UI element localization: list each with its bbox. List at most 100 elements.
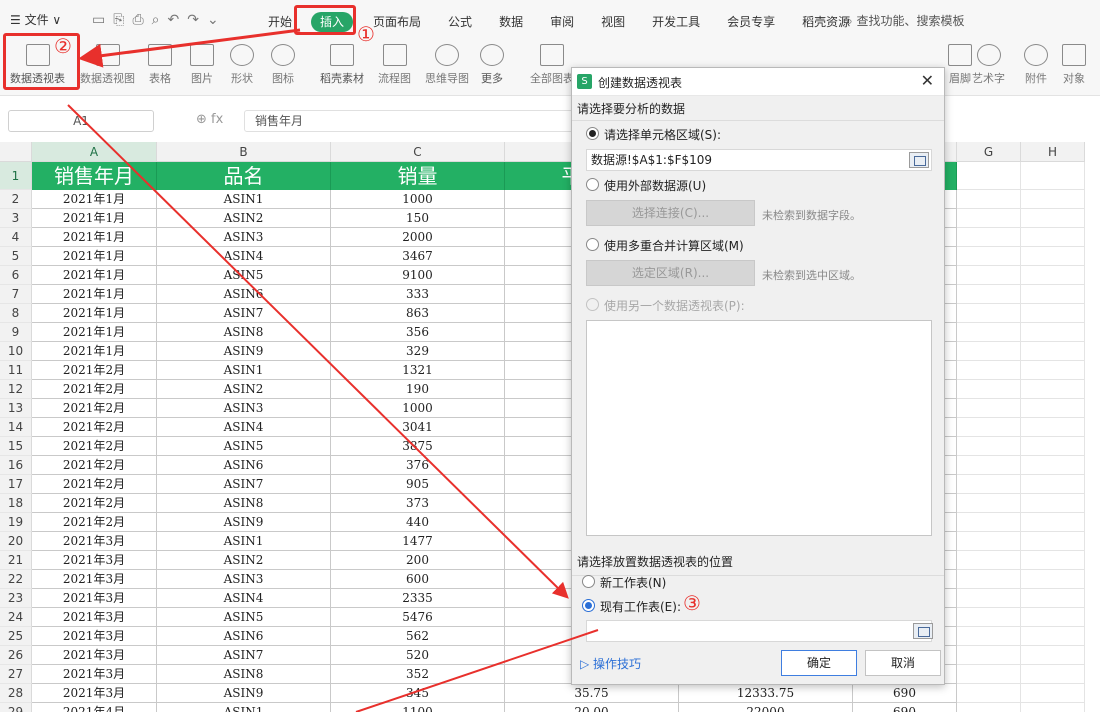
header-cell[interactable]: 销量 (331, 162, 505, 190)
row-header[interactable]: 23 (0, 589, 32, 608)
table-cell[interactable]: 356 (331, 323, 505, 342)
table-cell[interactable]: 373 (331, 494, 505, 513)
empty-cell[interactable] (957, 646, 1021, 665)
tab-member[interactable]: 会员专享 (727, 12, 775, 32)
table-cell[interactable]: 1100 (331, 703, 505, 712)
header-cell[interactable]: 品名 (157, 162, 331, 190)
table-cell[interactable]: 2021年2月 (32, 494, 157, 513)
row-header[interactable]: 25 (0, 627, 32, 646)
table-cell[interactable]: 2021年2月 (32, 513, 157, 532)
close-icon[interactable]: ✕ (921, 71, 934, 90)
row-header[interactable]: 28 (0, 684, 32, 703)
empty-cell[interactable] (957, 627, 1021, 646)
pivot-table-list[interactable] (586, 320, 932, 536)
empty-cell[interactable] (957, 190, 1021, 209)
table-cell[interactable]: 2021年3月 (32, 532, 157, 551)
row-header[interactable]: 12 (0, 380, 32, 399)
row-header[interactable]: 15 (0, 437, 32, 456)
table-cell[interactable]: 2021年1月 (32, 190, 157, 209)
table-cell[interactable]: ASIN3 (157, 228, 331, 247)
table-cell[interactable]: 2021年1月 (32, 304, 157, 323)
empty-cell[interactable] (957, 323, 1021, 342)
empty-cell[interactable] (1021, 285, 1085, 304)
table-cell[interactable]: 2021年3月 (32, 589, 157, 608)
empty-cell[interactable] (957, 703, 1021, 712)
select-all-corner[interactable] (0, 142, 32, 162)
row-header[interactable]: 5 (0, 247, 32, 266)
table-cell[interactable]: ASIN5 (157, 266, 331, 285)
attachment-button[interactable]: 附件 (1024, 44, 1048, 86)
empty-cell[interactable] (1021, 418, 1085, 437)
empty-cell[interactable] (1021, 361, 1085, 380)
empty-cell[interactable] (957, 418, 1021, 437)
empty-cell[interactable] (1021, 162, 1085, 190)
table-cell[interactable]: ASIN2 (157, 380, 331, 399)
empty-cell[interactable] (957, 570, 1021, 589)
table-cell[interactable]: 35.75 (505, 684, 679, 703)
table-cell[interactable]: 376 (331, 456, 505, 475)
table-cell[interactable]: ASIN1 (157, 532, 331, 551)
table-cell[interactable]: 2021年1月 (32, 266, 157, 285)
empty-cell[interactable] (957, 475, 1021, 494)
empty-cell[interactable] (957, 513, 1021, 532)
table-cell[interactable]: 2000 (331, 228, 505, 247)
more-button[interactable]: 更多 (480, 44, 504, 86)
row-header[interactable]: 11 (0, 361, 32, 380)
empty-cell[interactable] (957, 532, 1021, 551)
row-header[interactable]: 1 (0, 162, 32, 190)
empty-cell[interactable] (1021, 646, 1085, 665)
table-cell[interactable]: 2021年3月 (32, 627, 157, 646)
table-button[interactable]: 表格 (148, 44, 172, 86)
table-cell[interactable]: ASIN2 (157, 551, 331, 570)
table-cell[interactable]: 690 (853, 684, 957, 703)
table-cell[interactable]: ASIN2 (157, 209, 331, 228)
location-picker-icon[interactable] (913, 623, 933, 639)
table-cell[interactable]: 1000 (331, 399, 505, 418)
empty-cell[interactable] (1021, 380, 1085, 399)
print-icon[interactable]: ⎙ (132, 12, 143, 28)
table-cell[interactable]: ASIN6 (157, 456, 331, 475)
dropdown-icon[interactable]: ⌄ (207, 12, 219, 28)
empty-cell[interactable] (957, 456, 1021, 475)
export-icon[interactable]: ⎘ (113, 12, 124, 28)
table-cell[interactable]: 520 (331, 646, 505, 665)
empty-cell[interactable] (957, 684, 1021, 703)
row-header[interactable]: 26 (0, 646, 32, 665)
table-cell[interactable]: 345 (331, 684, 505, 703)
ok-button[interactable]: 确定 (781, 650, 857, 676)
table-cell[interactable]: 600 (331, 570, 505, 589)
radio-external-source[interactable] (586, 178, 599, 191)
tab-docer[interactable]: 稻壳资源 (802, 12, 850, 32)
empty-cell[interactable] (1021, 247, 1085, 266)
radio-other-pivot[interactable] (586, 298, 599, 311)
table-cell[interactable]: 2335 (331, 589, 505, 608)
row-header[interactable]: 10 (0, 342, 32, 361)
table-cell[interactable]: 3041 (331, 418, 505, 437)
table-cell[interactable]: 3467 (331, 247, 505, 266)
table-cell[interactable]: 3875 (331, 437, 505, 456)
empty-cell[interactable] (1021, 684, 1085, 703)
tab-page-layout[interactable]: 页面布局 (373, 12, 421, 32)
table-cell[interactable]: 2021年2月 (32, 380, 157, 399)
column-header-H[interactable]: H (1021, 142, 1085, 162)
table-cell[interactable]: 2021年2月 (32, 456, 157, 475)
row-header[interactable]: 24 (0, 608, 32, 627)
empty-cell[interactable] (957, 209, 1021, 228)
empty-cell[interactable] (1021, 570, 1085, 589)
tab-home[interactable]: 开始 (268, 12, 292, 32)
table-cell[interactable]: 22000 (679, 703, 853, 712)
table-cell[interactable]: ASIN7 (157, 304, 331, 323)
empty-cell[interactable] (957, 437, 1021, 456)
empty-cell[interactable] (957, 494, 1021, 513)
mindmap-button[interactable]: 思维导图 (425, 44, 469, 86)
shape-button[interactable]: 形状 (230, 44, 254, 86)
function-search[interactable]: ⌕ 查找功能、搜索模板 (846, 12, 965, 29)
table-cell[interactable]: 12333.75 (679, 684, 853, 703)
table-cell[interactable]: ASIN9 (157, 342, 331, 361)
table-cell[interactable]: ASIN6 (157, 285, 331, 304)
column-header-B[interactable]: B (157, 142, 331, 162)
table-cell[interactable]: 440 (331, 513, 505, 532)
select-connection-button[interactable]: 选择连接(C)... (586, 200, 755, 226)
table-cell[interactable]: 562 (331, 627, 505, 646)
tab-insert[interactable]: 插入 (311, 12, 354, 32)
